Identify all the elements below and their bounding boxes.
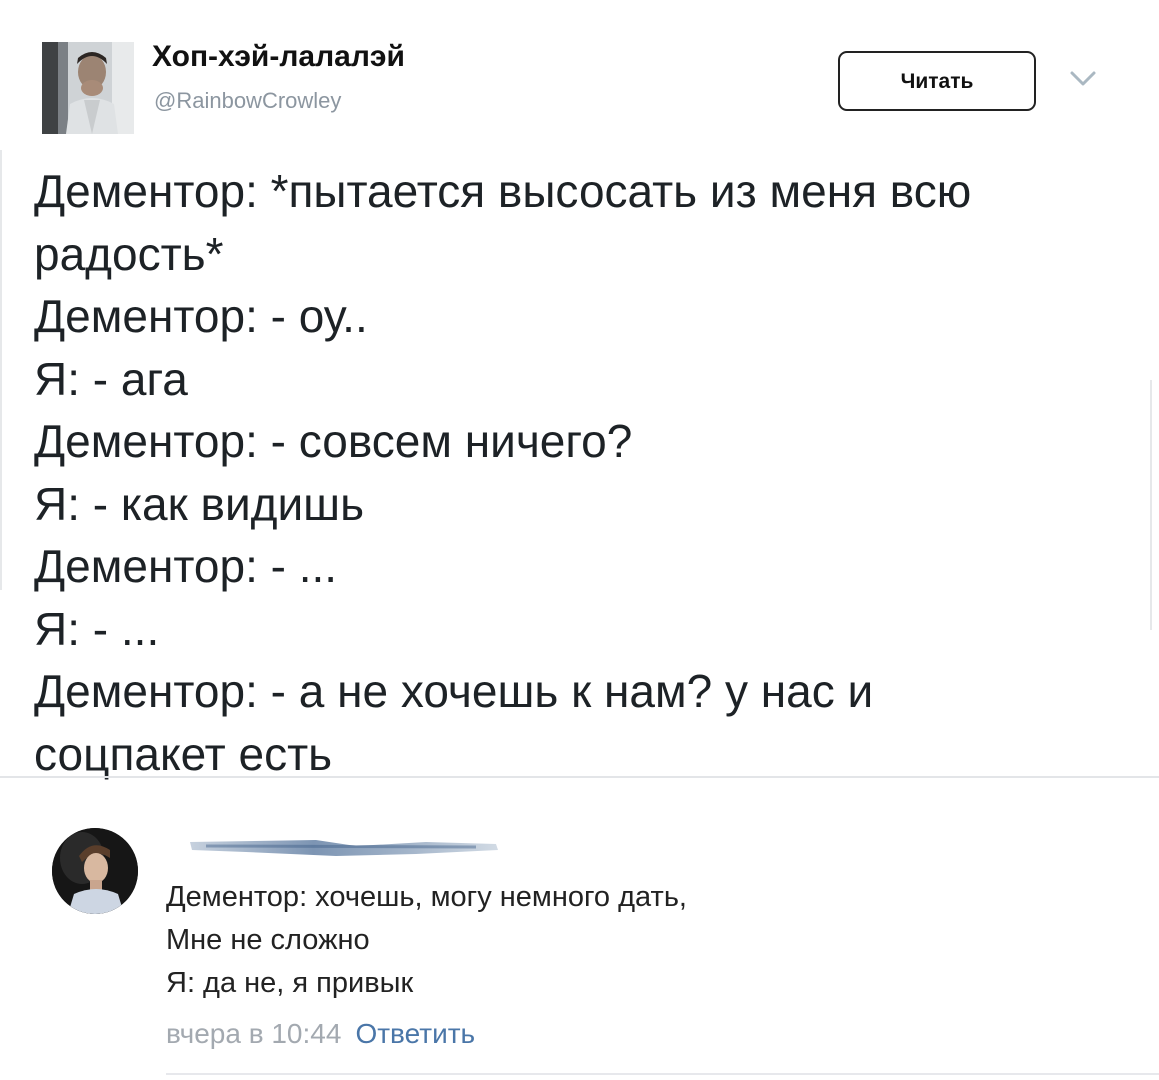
comment-text: Дементор: хочешь, могу немного дать, Мне…	[166, 881, 687, 999]
commenter-avatar-image	[52, 828, 138, 914]
commenter-avatar[interactable]	[52, 828, 138, 914]
comment-date[interactable]: вчера в 10:44	[166, 1018, 341, 1049]
author-display-name[interactable]: Хоп-хэй-лалалэй	[152, 40, 405, 74]
tweet-text: Дементор: *пытается высосать из меня всю…	[34, 165, 972, 780]
reply-button[interactable]: Ответить	[355, 1018, 475, 1049]
chevron-down-icon[interactable]	[1066, 66, 1100, 92]
section-divider	[0, 776, 1159, 778]
comment-bottom-divider	[166, 1073, 1159, 1075]
author-username[interactable]: @RainbowCrowley	[154, 88, 341, 114]
left-edge-divider	[0, 150, 2, 590]
blurred-author-name	[190, 840, 498, 856]
author-avatar-image	[42, 42, 134, 134]
tweet-card: Хоп-хэй-лалалэй @RainbowCrowley Читать Д…	[0, 0, 1159, 780]
comment-meta: вчера в 10:44 Ответить	[166, 1018, 475, 1050]
author-avatar[interactable]	[42, 42, 134, 134]
right-edge-divider	[1150, 380, 1152, 630]
follow-button[interactable]: Читать	[838, 51, 1036, 111]
